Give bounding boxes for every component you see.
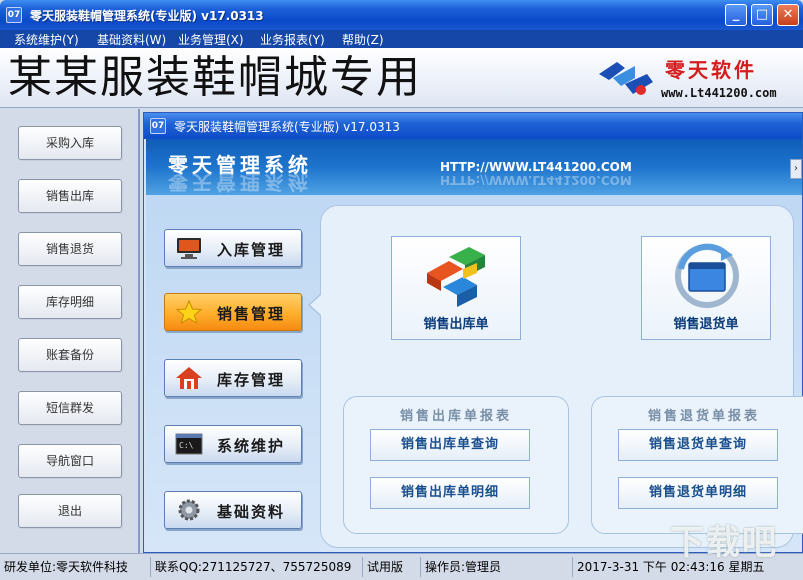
inner-banner: 零天管理系统 零天管理系统 HTTP://WWW.LT441200.COM HT… [146,139,802,195]
nav-inventory-label: 库存管理 [217,371,286,389]
nav-basic-data-label: 基础资料 [217,503,286,521]
menu-help[interactable]: 帮助(Z) [342,31,384,48]
sidebar-sales-return-button[interactable]: 销售退货 [18,232,122,266]
sidebar-account-backup-button[interactable]: 账套备份 [18,338,122,372]
status-edition: 试用版 [362,557,414,577]
sales-outbound-report-group: 销售出库单报表 销售出库单查询 销售出库单明细 [343,396,569,534]
sidebar-navigation-window-button[interactable]: 导航窗口 [18,444,122,478]
house-icon [176,367,202,389]
nav-inventory-management[interactable]: 库存管理 [164,359,302,397]
inner-title-bar[interactable]: 07 零天服装鞋帽管理系统(专业版) v17.0313 [144,113,802,139]
nav-system-maintenance-label: 系统维护 [217,437,286,455]
banner-scroll-right-button[interactable]: › [790,159,802,179]
maximize-button[interactable]: □ [751,4,773,26]
minimize-button[interactable]: _ [725,4,747,26]
inner-app-icon: 07 [150,118,166,134]
blocks-icon [427,247,485,307]
nav-system-maintenance[interactable]: C:\ 系统维护 [164,425,302,463]
sales-outbound-report-title: 销售出库单报表 [399,409,512,424]
sales-return-order-button[interactable]: 销售退货单 [641,236,771,340]
status-contact: 联系QQ:271125727、755725089 [150,557,355,577]
sidebar-sms-broadcast-button[interactable]: 短信群发 [18,391,122,425]
shop-name: 某某服装鞋帽城专用 [8,52,422,103]
menu-system-maintenance[interactable]: 系统维护(Y) [14,31,79,48]
panel-pointer-fill [310,295,321,315]
system-url-reflection: HTTP://WWW.LT441200.COM [440,173,632,187]
sidebar-inventory-detail-button[interactable]: 库存明细 [18,285,122,319]
menu-business-reports[interactable]: 业务报表(Y) [260,31,325,48]
sales-outbound-order-button[interactable]: 销售出库单 [391,236,521,340]
menu-basic-data[interactable]: 基础资料(W) [97,31,166,48]
system-name-reflection: 零天管理系统 [168,170,312,194]
window-title: 零天服装鞋帽管理系统(专业版) v17.0313 [30,9,264,23]
nav-sales-management[interactable]: 销售管理 [164,293,302,331]
menu-bar: 系统维护(Y) 基础资料(W) 业务管理(X) 业务报表(Y) 帮助(Z) [0,30,803,48]
brand-url: www.Lt441200.com [661,86,777,100]
nav-inbound-management[interactable]: 入库管理 [164,229,302,267]
sidebar-exit-button[interactable]: 退出 [18,494,122,528]
status-developer: 研发单位:零天软件科技 [4,560,129,574]
sales-outbound-detail-button[interactable]: 销售出库单明细 [370,477,530,509]
refresh-window-icon [675,243,739,308]
system-url: HTTP://WWW.LT441200.COM [440,160,632,174]
app-icon: 07 [6,7,22,23]
banner: 某某服装鞋帽城专用 零天软件 www.Lt441200.com [0,48,803,108]
monitor-icon [177,238,201,259]
star-icon [175,300,203,324]
inner-body: 入库管理 销售管理 库存管理 C:\ 系统维护 基础资料 销售出库单 销售退货单… [146,195,803,552]
nav-inbound-label: 入库管理 [217,241,286,259]
sales-outbound-query-button[interactable]: 销售出库单查询 [370,429,530,461]
terminal-icon: C:\ [175,433,203,455]
sales-return-order-label: 销售退货单 [673,317,739,332]
inner-window-title: 零天服装鞋帽管理系统(专业版) v17.0313 [174,120,400,134]
sales-outbound-order-label: 销售出库单 [423,317,489,332]
sales-return-report-group: 销售退货单报表 销售退货单查询 销售退货单明细 [591,396,803,534]
sales-return-detail-button[interactable]: 销售退货单明细 [618,477,778,509]
sidebar-sales-outbound-button[interactable]: 销售出库 [18,179,122,213]
navigation-window: 07 零天服装鞋帽管理系统(专业版) v17.0313 零天管理系统 零天管理系… [143,112,803,553]
title-bar[interactable]: 07 零天服装鞋帽管理系统(专业版) v17.0313 _ □ ✕ [0,0,803,30]
close-button[interactable]: ✕ [777,4,799,26]
sidebar: 采购入库 销售出库 销售退货 库存明细 账套备份 短信群发 导航窗口 退出 [0,109,140,553]
nav-basic-data[interactable]: 基础资料 [164,491,302,529]
svg-text:C:\: C:\ [179,441,194,450]
status-operator: 操作员:管理员 [420,557,568,577]
menu-business-management[interactable]: 业务管理(X) [178,31,244,48]
company-logo-icon [599,62,653,95]
sales-return-query-button[interactable]: 销售退货单查询 [618,429,778,461]
watermark: 下载吧 [670,523,778,563]
brand-name: 零天软件 [665,58,757,82]
sales-content-panel: 销售出库单 销售退货单 销售出库单报表 销售出库单查询 销售出库单明细 销售退货… [320,205,803,548]
sales-return-report-title: 销售退货单报表 [647,409,760,424]
sidebar-purchase-inbound-button[interactable]: 采购入库 [18,126,122,160]
nav-sales-label: 销售管理 [217,305,286,323]
gear-icon [178,499,200,521]
